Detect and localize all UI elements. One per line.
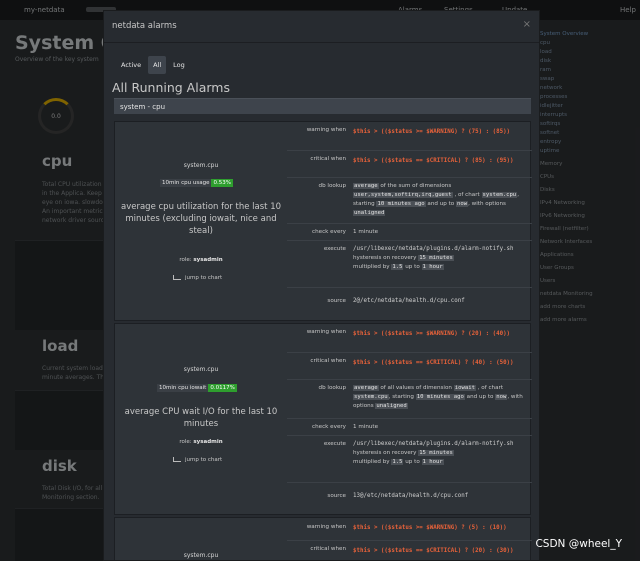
modal-title: netdata alarms (112, 21, 177, 31)
alarm-role: role: sysadmin (179, 439, 223, 445)
chart-icon (173, 457, 181, 462)
alarm-chart-name: system.cpu (183, 552, 219, 559)
tab-active[interactable]: Active (116, 56, 146, 74)
alarm-details: warning when $this > (($status >= $WARNI… (287, 518, 532, 560)
detail-row-check: check every 1 minute (287, 418, 532, 435)
detail-row-db-lookup: db lookup average of all values of dimen… (287, 379, 532, 418)
db-lookup-value: average of all values of dimension iowai… (353, 385, 523, 409)
detail-row-critical: critical when $this > (($status == $CRIT… (287, 540, 532, 560)
jump-to-chart-link[interactable]: jump to chart (173, 275, 222, 281)
modal-header: netdata alarms × (104, 11, 539, 43)
alarm-details: warning when $this > (($status >= $WARNI… (287, 122, 532, 320)
detail-row-db-lookup: db lookup average of the sum of dimensio… (287, 177, 532, 223)
badge-key: 10min cpu usage (160, 179, 212, 187)
detail-row-execute: execute /usr/libexec/netdata/plugins.d/a… (287, 435, 532, 482)
alarm-card: system.cpu 10min cpu usage 0.53% average … (114, 121, 532, 321)
alarm-summary: system.cpu 10min cpu usage 0.53% average … (115, 122, 287, 320)
section-title: All Running Alarms (112, 80, 230, 95)
detail-row-warning: warning when $this > (($status >= $WARNI… (306, 329, 511, 337)
alarm-tabs: Active All Log (116, 52, 192, 74)
alarm-chart-name: system.cpu (183, 162, 219, 169)
alarm-details: warning when $this > (($status >= $WARNI… (287, 324, 532, 514)
detail-row-critical: critical when $this > (($status == $CRIT… (287, 352, 532, 379)
chart-icon (173, 275, 181, 280)
tab-all[interactable]: All (148, 56, 167, 74)
detail-row-warning: warning when $this > (($status >= $WARNI… (306, 524, 507, 531)
close-icon[interactable]: × (523, 19, 531, 30)
detail-row-execute: execute /usr/libexec/netdata/plugins.d/a… (287, 240, 532, 287)
alarm-group-header: system - cpu (114, 98, 531, 114)
alarm-info: average cpu utilization for the last 10 … (121, 202, 282, 236)
alarm-role: role: sysadmin (179, 257, 223, 263)
alarm-info: average CPU wait I/O for the last 10 min… (124, 407, 278, 429)
alarm-value-badge[interactable]: 10min cpu usage 0.53% (160, 179, 233, 187)
detail-row-check: check every 1 minute (287, 223, 532, 240)
detail-row-source: source 2@/etc/netdata/health.d/cpu.conf (287, 287, 532, 322)
alarm-value-badge[interactable]: 10min cpu iowait 0.0117% (157, 384, 237, 392)
watermark: CSDN @wheel_Y (535, 538, 622, 550)
alarm-chart-name: system.cpu (183, 366, 219, 373)
db-lookup-value: average of the sum of dimensions user,sy… (353, 183, 519, 216)
jump-to-chart-link[interactable]: jump to chart (173, 457, 222, 463)
tab-log[interactable]: Log (168, 56, 190, 74)
badge-key: 10min cpu iowait (157, 384, 209, 392)
detail-row-critical: critical when $this > (($status == $CRIT… (287, 150, 532, 177)
alarm-card: system.cpu 10min cpu iowait 0.0117% avera… (114, 323, 532, 515)
alarm-card: system.cpu warning when $this > (($statu… (114, 517, 532, 560)
alarms-modal: netdata alarms × Active All Log All Runnin… (103, 10, 540, 561)
detail-row-warning: warning when $this > (($status >= $WARNI… (306, 127, 511, 135)
detail-row-source: source 13@/etc/netdata/health.d/cpu.conf (287, 482, 532, 516)
badge-value: 0.53% (211, 179, 233, 187)
alarm-summary: system.cpu (115, 518, 287, 560)
alarm-summary: system.cpu 10min cpu iowait 0.0117% avera… (115, 324, 287, 514)
badge-value: 0.0117% (208, 384, 237, 392)
